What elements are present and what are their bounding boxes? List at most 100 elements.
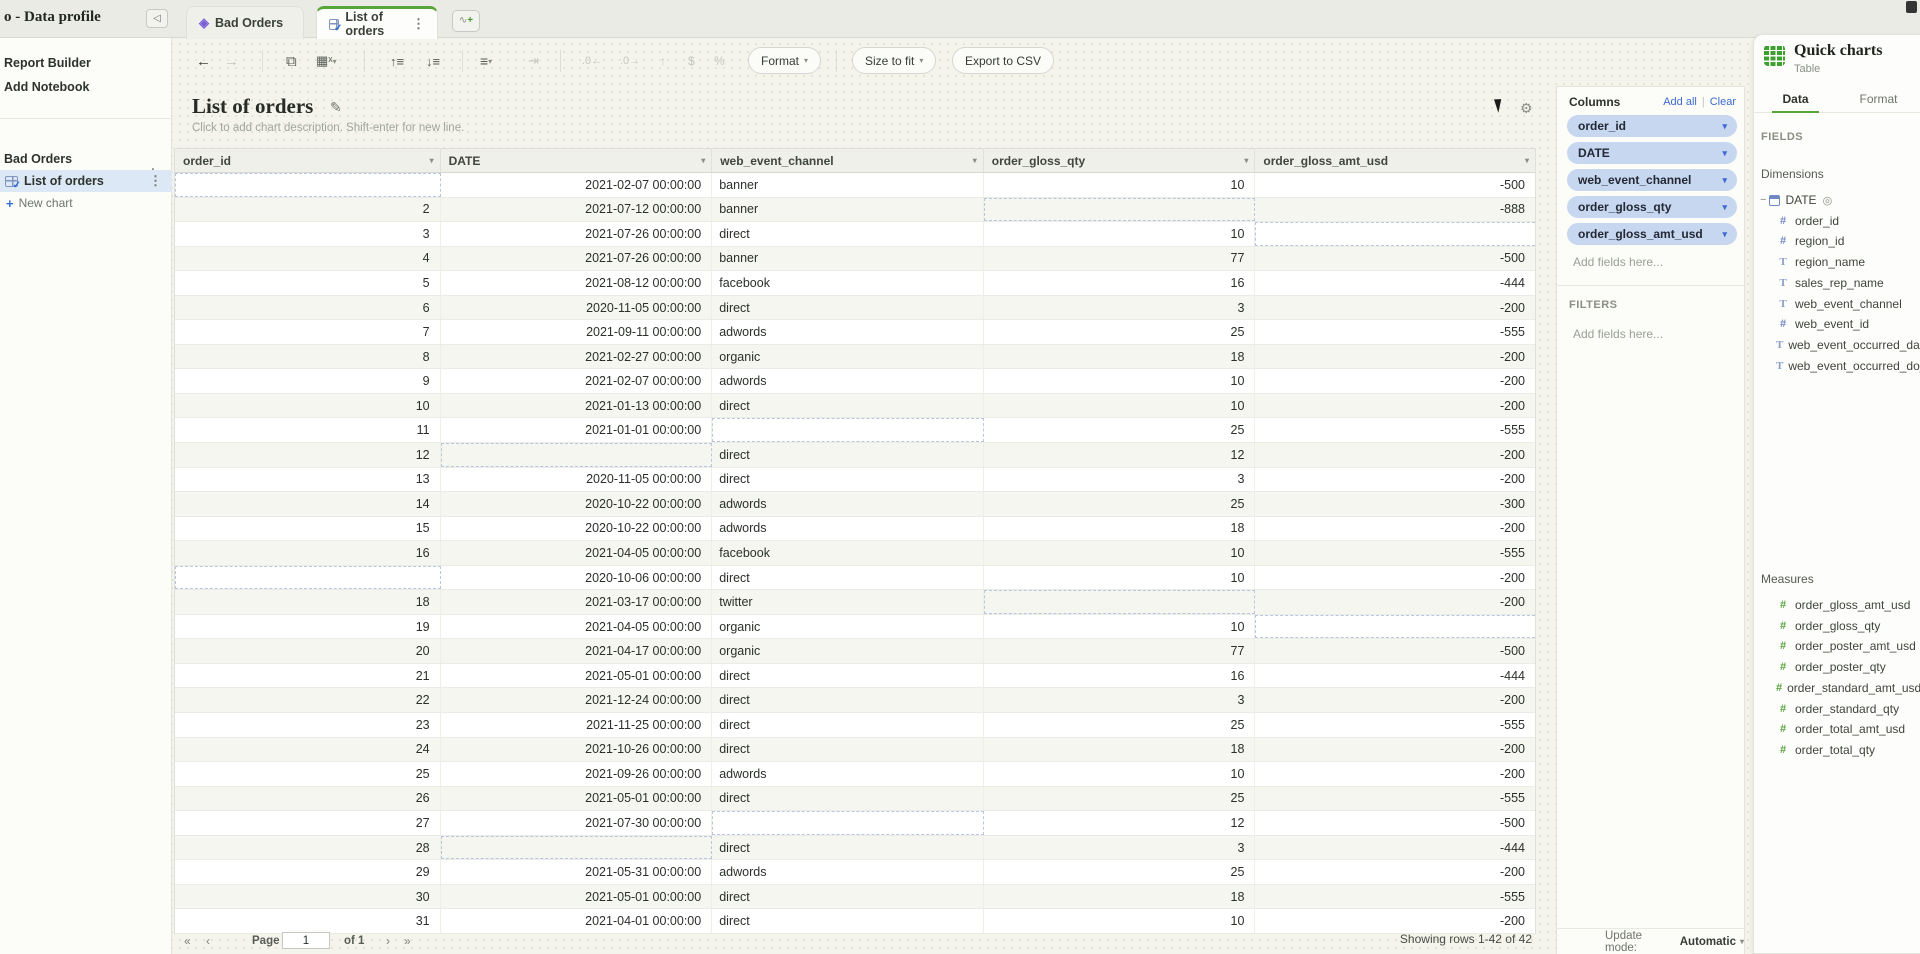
cell-DATE[interactable]: 2021-03-17 00:00:00 [441,590,713,614]
format-button[interactable]: Format ▾ [748,47,821,74]
cell-web_event_channel[interactable]: facebook [712,271,984,295]
measure-item-order_standard_amt_usd[interactable]: #order_standard_amt_usd [1754,678,1920,698]
cell-web_event_channel[interactable]: organic [712,615,984,639]
cell-order_gloss_amt_usd[interactable]: -888 [1255,198,1535,222]
cell-order_gloss_qty[interactable]: 10 [984,222,1256,246]
cell-DATE[interactable]: 2020-10-22 00:00:00 [441,492,713,516]
cell-web_event_channel[interactable] [712,418,984,442]
cell-web_event_channel[interactable]: adwords [712,492,984,516]
cell-order_id[interactable]: 20 [175,639,441,663]
cell-order_id[interactable]: 16 [175,541,441,565]
chevron-down-icon[interactable]: ▾ [1722,121,1727,132]
tab-list-of-orders[interactable]: ✓ List of orders ⋮ [316,6,438,39]
measure-item-order_gloss_amt_usd[interactable]: #order_gloss_amt_usd [1754,595,1920,615]
page-last-button[interactable]: » [404,930,411,952]
cell-DATE[interactable]: 2021-11-25 00:00:00 [441,713,713,737]
cell-order_gloss_qty[interactable]: 16 [984,271,1256,295]
new-tab-button[interactable]: ∿+ [452,10,480,32]
cell-DATE[interactable]: 2021-07-26 00:00:00 [441,222,713,246]
column-chip-order_gloss_amt_usd[interactable]: order_gloss_amt_usd▾ [1567,223,1737,245]
column-header-order_gloss_amt_usd[interactable]: order_gloss_amt_usd▾ [1255,149,1535,172]
cell-order_gloss_amt_usd[interactable]: -200 [1255,762,1535,786]
cell-web_event_channel[interactable]: direct [712,688,984,712]
cell-order_gloss_qty[interactable]: 77 [984,639,1256,663]
cell-order_gloss_qty[interactable]: 18 [984,517,1256,541]
page-prev-button[interactable]: ‹ [206,930,210,952]
cell-DATE[interactable]: 2021-04-17 00:00:00 [441,639,713,663]
chart-description-placeholder[interactable]: Click to add chart description. Shift-en… [192,122,464,134]
cell-order_gloss_qty[interactable]: 3 [984,468,1256,492]
measure-item-order_total_amt_usd[interactable]: #order_total_amt_usd [1754,719,1920,739]
currency-icon[interactable]: $ [688,48,695,74]
cell-web_event_channel[interactable]: direct [712,836,984,860]
cell-web_event_channel[interactable]: banner [712,247,984,271]
update-mode-select[interactable]: Automatic ▾ [1680,936,1744,948]
column-chip-order_gloss_qty[interactable]: order_gloss_qty▾ [1567,196,1737,218]
page-first-button[interactable]: « [184,930,191,952]
cell-web_event_channel[interactable]: direct [712,566,984,590]
cell-web_event_channel[interactable]: adwords [712,762,984,786]
cell-web_event_channel[interactable] [712,811,984,835]
cell-web_event_channel[interactable]: direct [712,443,984,467]
align-icon[interactable]: ≡ ▾ [480,48,492,74]
cell-order_gloss_amt_usd[interactable]: -555 [1255,885,1535,909]
sidebar-item-new-chart[interactable]: + New chart [0,192,172,214]
cell-order_id[interactable]: 12 [175,443,441,467]
cell-order_gloss_amt_usd[interactable]: -200 [1255,738,1535,762]
cell-order_id[interactable]: 29 [175,860,441,884]
cell-order_gloss_amt_usd[interactable]: -200 [1255,394,1535,418]
cell-order_id[interactable]: 31 [175,909,441,933]
cell-order_gloss_qty[interactable]: 10 [984,173,1256,197]
cell-order_id[interactable]: 11 [175,418,441,442]
cell-web_event_channel[interactable]: direct [712,664,984,688]
cell-order_gloss_amt_usd[interactable]: -444 [1255,271,1535,295]
cell-order_gloss_amt_usd[interactable]: -444 [1255,836,1535,860]
cell-order_gloss_amt_usd[interactable]: -555 [1255,320,1535,344]
cell-order_gloss_amt_usd[interactable]: -200 [1255,590,1535,614]
cell-DATE[interactable]: 2021-08-12 00:00:00 [441,271,713,295]
cell-web_event_channel[interactable]: twitter [712,590,984,614]
cell-DATE[interactable]: 2020-10-22 00:00:00 [441,517,713,541]
cell-order_gloss_amt_usd[interactable]: -555 [1255,541,1535,565]
cell-order_gloss_amt_usd[interactable]: -300 [1255,492,1535,516]
cell-order_gloss_qty[interactable]: 3 [984,836,1256,860]
cell-order_gloss_amt_usd[interactable]: -200 [1255,909,1535,933]
chart-remove-icon[interactable]: ▦ˣ ▾ [316,48,337,74]
cell-order_gloss_amt_usd[interactable]: -500 [1255,247,1535,271]
dimension-item-DATE[interactable]: −DATE◎ [1754,190,1920,210]
chevron-down-icon[interactable]: ▾ [1722,148,1727,159]
cell-DATE[interactable]: 2021-02-07 00:00:00 [441,173,713,197]
cell-order_gloss_amt_usd[interactable]: -200 [1255,345,1535,369]
cell-order_gloss_qty[interactable] [984,590,1256,614]
chevron-down-icon[interactable]: ▾ [1722,175,1727,186]
cell-order_id[interactable]: 4 [175,247,441,271]
chevron-down-icon[interactable]: ▾ [1244,156,1248,165]
forward-arrow-icon[interactable]: → [224,48,239,74]
size-to-fit-button[interactable]: Size to fit ▾ [852,47,936,74]
kebab-icon[interactable]: ⋮ [412,16,425,32]
dimension-item-web_event_occurred_do_w_n[interactable]: Tweb_event_occurred_do_w_n [1754,356,1920,376]
kebab-icon[interactable]: ⋮ [149,173,162,189]
cell-web_event_channel[interactable]: adwords [712,369,984,393]
cell-order_gloss_amt_usd[interactable] [1255,222,1535,246]
measure-item-order_gloss_qty[interactable]: #order_gloss_qty [1754,616,1920,636]
cell-DATE[interactable]: 2021-05-01 00:00:00 [441,885,713,909]
cell-order_gloss_qty[interactable]: 18 [984,738,1256,762]
cell-DATE[interactable]: 2021-07-26 00:00:00 [441,247,713,271]
cell-order_gloss_qty[interactable]: 25 [984,860,1256,884]
page-number-input[interactable] [282,932,330,949]
export-csv-button[interactable]: Export to CSV [952,47,1054,74]
cell-order_id[interactable]: 10 [175,394,441,418]
cell-DATE[interactable]: 2021-02-07 00:00:00 [441,369,713,393]
cell-DATE[interactable]: 2020-11-05 00:00:00 [441,468,713,492]
cell-web_event_channel[interactable]: direct [712,738,984,762]
cell-order_gloss_amt_usd[interactable]: -200 [1255,296,1535,320]
cell-order_gloss_qty[interactable]: 10 [984,909,1256,933]
cell-order_gloss_amt_usd[interactable]: -555 [1255,787,1535,811]
cell-DATE[interactable]: 2020-11-05 00:00:00 [441,296,713,320]
cell-order_gloss_amt_usd[interactable]: -444 [1255,664,1535,688]
clear-link[interactable]: Clear [1710,96,1736,108]
chart-title[interactable]: List of orders [192,94,313,119]
cell-order_gloss_qty[interactable]: 10 [984,762,1256,786]
sort-desc-icon[interactable]: ↓≡ [426,48,440,74]
